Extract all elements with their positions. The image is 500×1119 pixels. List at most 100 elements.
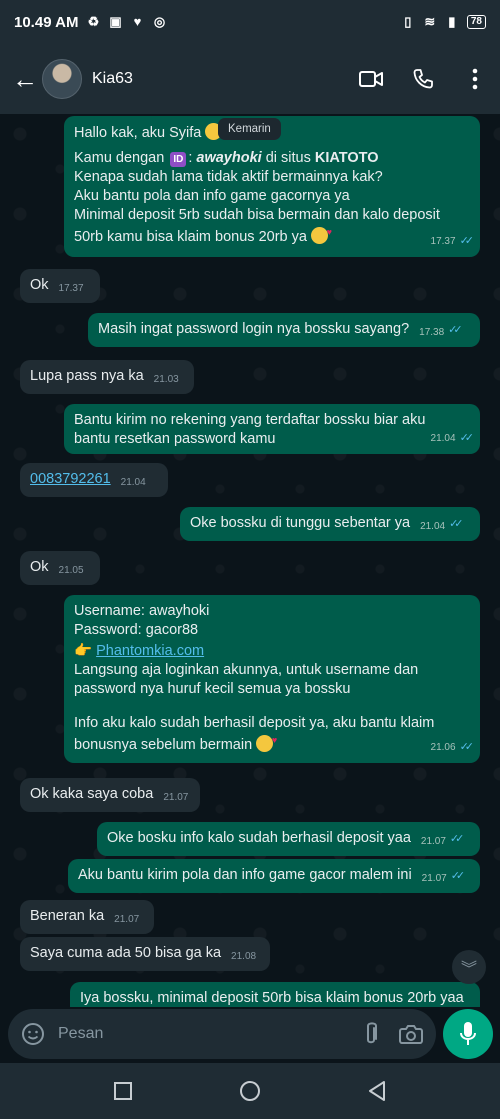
- message-time: 17.37: [58, 283, 84, 294]
- heart-app-icon: ♥: [133, 14, 142, 29]
- battery-indicator: 78: [466, 15, 486, 29]
- status-time: 10.49 AM: [14, 13, 79, 31]
- message-text: Saya cuma ada 50 bisa ga ka: [30, 945, 222, 961]
- home-circle-icon[interactable]: [230, 1071, 270, 1111]
- read-ticks-icon: ✓✓: [449, 518, 464, 530]
- account-number-link[interactable]: 0083792261: [30, 471, 111, 487]
- avatar[interactable]: [42, 59, 82, 99]
- message-line: bonusnya sebelum bermain: [74, 731, 470, 755]
- message-text: Ok kaka saya coba: [30, 786, 154, 802]
- message-line: Kenapa sudah lama tidak aktif bermainnya…: [74, 169, 383, 185]
- chat-header: ← Kia63: [0, 44, 500, 114]
- mic-icon: [460, 1022, 476, 1045]
- read-ticks-icon: ✓✓: [449, 833, 465, 845]
- message-line: password nya huruf kecil semua ya bossku: [74, 681, 351, 697]
- game-icon: ◎: [153, 14, 166, 29]
- message-time: 21.04: [120, 477, 146, 488]
- message-bubble-incoming[interactable]: Ok 17.37: [20, 269, 100, 303]
- message-bubble-incoming[interactable]: Saya cuma ada 50 bisa ga ka 21.08: [20, 937, 270, 971]
- message-meta: 21.06 ✓✓: [430, 738, 475, 757]
- read-ticks-icon: ✓✓: [448, 324, 463, 336]
- double-chevron-down-icon: ︾: [460, 961, 477, 978]
- system-nav-bar: [0, 1063, 500, 1119]
- status-bar: 10.49 AM ♻ ▣ ♥ ◎ ▯ ≋ ▮ 78: [0, 0, 500, 44]
- date-chip: Kemarin: [218, 118, 281, 140]
- read-ticks-icon: ✓✓: [459, 235, 475, 247]
- message-time: 21.06: [430, 742, 456, 753]
- message-time: 21.04: [420, 521, 446, 532]
- message-line: 👉 Phantomkia.com: [74, 642, 470, 661]
- signal-icon: ▮: [448, 14, 456, 29]
- id-badge-icon: ID: [170, 152, 187, 167]
- message-bubble-outgoing[interactable]: Oke bossku di tunggu sebentar ya 21.04 ✓✓: [180, 507, 480, 541]
- message-line: Aku bantu pola dan info game gacornya ya: [74, 188, 350, 204]
- message-time: 21.07: [163, 792, 189, 803]
- message-text: Oke bosku info kalo sudah berhasil depos…: [107, 830, 411, 846]
- sync-icon: ♻: [87, 14, 100, 29]
- message-meta: 21.04 ✓✓: [430, 429, 475, 448]
- message-text: Oke bossku di tunggu sebentar ya: [190, 515, 411, 531]
- attach-icon[interactable]: [358, 1021, 384, 1047]
- message-line: Username: awayhoki: [74, 603, 210, 619]
- message-line: bantu resetkan password kamu: [74, 431, 276, 447]
- contact-name[interactable]: Kia63: [92, 70, 133, 88]
- message-text: Aku bantu kirim pola dan info game gacor…: [78, 867, 412, 883]
- message-bubble-outgoing[interactable]: Masih ingat password login nya bossku sa…: [88, 313, 480, 347]
- message-time: 17.37: [430, 236, 456, 247]
- message-time: 21.04: [430, 433, 456, 444]
- message-time: 21.07: [420, 836, 446, 847]
- read-ticks-icon: ✓✓: [450, 870, 466, 882]
- read-ticks-icon: ✓✓: [459, 741, 475, 753]
- chat-area[interactable]: Hallo kak, aku Syifa Kamu dengan ID: awa…: [0, 114, 500, 1007]
- message-line: Langsung aja loginkan akunnya, untuk use…: [74, 662, 419, 678]
- message-text: Beneran ka: [30, 908, 105, 924]
- message-line: Minimal deposit 5rb sudah bisa bermain d…: [74, 207, 440, 223]
- message-time: 21.03: [153, 374, 179, 385]
- message-text: Masih ingat password login nya bossku sa…: [98, 321, 410, 337]
- more-vert-icon[interactable]: [462, 66, 488, 92]
- sim-icon: ▣: [109, 14, 122, 29]
- message-text: Ok: [30, 559, 49, 575]
- message-bubble-incoming[interactable]: 0083792261 21.04: [20, 463, 168, 497]
- message-time: 17.38: [419, 327, 445, 338]
- message-bubble-outgoing[interactable]: Aku bantu kirim pola dan info game gacor…: [68, 859, 480, 893]
- voice-call-icon[interactable]: [410, 66, 436, 92]
- mic-button[interactable]: [443, 1009, 493, 1059]
- recents-square-icon[interactable]: [103, 1071, 143, 1111]
- camera-icon[interactable]: [398, 1021, 424, 1047]
- message-line: 50rb kamu bisa klaim bonus 20rb ya: [74, 223, 470, 247]
- message-bubble-incoming[interactable]: Lupa pass nya ka 21.03: [20, 360, 194, 394]
- message-bubble-incoming[interactable]: Ok kaka saya coba 21.07: [20, 778, 200, 812]
- message-time: 21.05: [58, 565, 84, 576]
- wifi-icon: ≋: [424, 14, 436, 29]
- message-line: Password: gacor88: [74, 622, 199, 638]
- pointing-hand-icon: 👉: [74, 643, 93, 659]
- back-triangle-icon[interactable]: [357, 1071, 397, 1111]
- message-line: Kamu dengan ID: awayhoki di situs KIATOT…: [74, 150, 379, 167]
- love-face-emoji-icon: [256, 731, 277, 752]
- read-ticks-icon: ✓✓: [459, 432, 475, 444]
- message-bubble-incoming[interactable]: Ok 21.05: [20, 551, 100, 585]
- sticker-icon[interactable]: [20, 1021, 46, 1047]
- message-time: 21.08: [231, 951, 257, 962]
- message-bubble-incoming[interactable]: Beneran ka 21.07: [20, 900, 154, 934]
- message-text: Iya bossku, minimal deposit 50rb bisa kl…: [80, 990, 464, 1006]
- message-bubble-outgoing[interactable]: Username: awayhoki Password: gacor88 👉 P…: [64, 595, 480, 763]
- message-time: 21.07: [114, 914, 140, 925]
- message-input[interactable]: [58, 1025, 358, 1043]
- website-link[interactable]: Phantomkia.com: [96, 643, 204, 659]
- message-input-container: [8, 1009, 436, 1059]
- video-call-icon[interactable]: [358, 66, 384, 92]
- love-face-emoji-icon: [310, 223, 332, 244]
- message-meta: 17.37 ✓✓: [430, 232, 475, 251]
- message-text: Lupa pass nya ka: [30, 368, 144, 384]
- message-line: Bantu kirim no rekening yang terdaftar b…: [74, 412, 426, 428]
- message-bubble-outgoing[interactable]: Oke bosku info kalo sudah berhasil depos…: [97, 822, 480, 856]
- scroll-down-button[interactable]: ︾: [452, 950, 486, 984]
- message-bubble-outgoing[interactable]: Bantu kirim no rekening yang terdaftar b…: [64, 404, 480, 454]
- message-bubble-outgoing[interactable]: Iya bossku, minimal deposit 50rb bisa kl…: [70, 982, 480, 1007]
- back-arrow-icon[interactable]: ←: [12, 64, 38, 95]
- message-text: Ok: [30, 277, 49, 293]
- message-time: 21.07: [421, 873, 447, 884]
- vibrate-icon: ▯: [404, 14, 412, 29]
